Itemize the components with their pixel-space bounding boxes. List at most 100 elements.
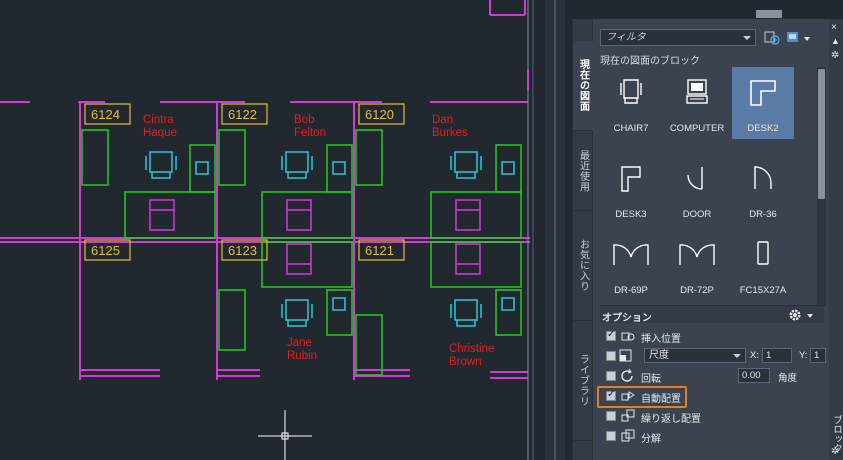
block-label: COMPUTER <box>669 123 725 134</box>
room-6122: 6122 <box>228 107 257 122</box>
pin-icon[interactable]: ▲ <box>831 37 840 46</box>
door-swing-icon <box>754 166 772 189</box>
block-fc15x27a[interactable]: FC15X27A <box>732 229 794 301</box>
block-label: FC15X27A <box>739 285 787 296</box>
block-desk3[interactable]: DESK3 <box>600 153 662 225</box>
tab-current-drawing[interactable]: 現在の図面 <box>573 41 593 131</box>
x-label: X: <box>750 350 759 361</box>
occupant-last: Brown <box>449 356 482 368</box>
option-scale: 尺度 X: 1 Y: 1 <box>606 347 826 365</box>
explode-label: 分解 <box>641 434 661 445</box>
desk-l-icon <box>750 80 776 106</box>
repeat-place-label: 繰り返し配置 <box>641 414 701 425</box>
scale-checkbox[interactable] <box>606 351 616 361</box>
x-scale-input[interactable]: 1 <box>762 348 792 363</box>
palette-menu-icon[interactable]: ✲ <box>831 447 839 457</box>
block-dr-36[interactable]: DR-36 <box>732 153 794 225</box>
angle-input[interactable]: 0.00 <box>738 368 770 383</box>
block-dr-72p[interactable]: DR-72P <box>666 229 728 301</box>
tab-recent[interactable]: 最近使用 <box>573 131 593 211</box>
load-block-icon[interactable] <box>764 30 780 45</box>
block-chair7[interactable]: CHAIR7 <box>600 67 662 139</box>
occupant-last: Felton <box>294 127 326 139</box>
insertion-point-checkbox[interactable] <box>606 329 616 341</box>
tab-favorites[interactable]: お気に入り <box>573 211 593 321</box>
section-title: 現在の図面のブロック <box>600 56 700 67</box>
occupant-last: Burkes <box>432 127 468 139</box>
tab-label: ライブラリ <box>577 354 589 407</box>
block-label: CHAIR7 <box>613 123 649 134</box>
chevron-down-icon <box>733 354 741 358</box>
block-computer[interactable]: COMPUTER <box>666 67 728 139</box>
repeat-place-checkbox[interactable] <box>606 411 616 421</box>
tab-label: 現在の図面 <box>577 59 589 112</box>
occupant-first: Bob <box>294 114 314 126</box>
occupant-first: Jane <box>287 337 312 349</box>
occupant-first: Christine <box>449 343 494 355</box>
thumbnail-view-icon[interactable] <box>786 30 802 45</box>
palette-toolbar: フィルタ <box>600 29 830 47</box>
repeat-place-icon <box>621 409 635 422</box>
occupant-last: Haque <box>143 127 177 139</box>
auto-place-highlight <box>597 386 687 408</box>
block-dr-69p[interactable]: DR-69P <box>600 229 662 301</box>
option-repeat-place: 繰り返し配置 <box>606 407 826 425</box>
gear-icon[interactable] <box>788 308 802 322</box>
block-door[interactable]: DOOR <box>666 153 728 225</box>
computer-icon <box>686 79 708 104</box>
tab-label: 最近使用 <box>577 149 589 192</box>
y-label: Y: <box>799 350 808 361</box>
scrollbar-thumb[interactable] <box>818 69 825 199</box>
explode-checkbox[interactable] <box>606 431 616 441</box>
close-icon[interactable]: × <box>831 23 837 33</box>
tab-library[interactable]: ライブラリ <box>573 321 593 441</box>
filter-text: フィルタ <box>606 32 646 43</box>
occupant-first: Dan <box>432 114 453 126</box>
door-icon <box>687 167 703 190</box>
tab-handle[interactable] <box>756 10 782 18</box>
option-explode: 分解 <box>606 427 826 445</box>
occupant-first: Cintra <box>143 114 174 126</box>
occupant-last: Rubin <box>287 350 317 362</box>
angle-label: 角度 <box>778 373 798 384</box>
rotation-checkbox[interactable] <box>606 371 616 381</box>
gear-chevron-icon[interactable] <box>807 314 813 318</box>
file-cabinet-icon <box>757 241 769 265</box>
walls <box>0 0 530 380</box>
block-grid: CHAIR7 COMPUTER DESK2 DESK3 DOOR DR-36 D… <box>600 67 812 310</box>
palette-title-strip: × ▲ ✲ ブロック ✲ <box>829 19 843 460</box>
block-desk2[interactable]: DESK2 <box>732 67 794 139</box>
option-rotation: 回転 0.00 角度 <box>606 367 826 385</box>
view-options-chevron-icon[interactable] <box>804 37 810 41</box>
block-label: DOOR <box>682 209 712 220</box>
filter-dropdown[interactable]: フィルタ <box>600 29 756 46</box>
tab-label: お気に入り <box>577 239 589 292</box>
options-title: オプション <box>602 313 652 324</box>
options-header: オプション <box>600 305 824 324</box>
block-label: DESK3 <box>615 209 647 220</box>
block-label: DR-72P <box>680 285 714 296</box>
double-door-icon <box>613 244 649 265</box>
double-door-icon <box>679 244 715 265</box>
room-6121: 6121 <box>365 243 394 258</box>
chair-icon <box>620 79 642 104</box>
room-6120: 6120 <box>365 107 394 122</box>
scale-dropdown[interactable]: 尺度 <box>644 348 746 363</box>
properties-icon[interactable]: ✲ <box>831 51 839 61</box>
room-6125: 6125 <box>91 243 120 258</box>
explode-icon <box>621 429 635 442</box>
scale-icon <box>619 349 632 362</box>
autocad-window: 6124 6122 6120 6125 6123 6121 Cintra Haq… <box>0 0 843 460</box>
scale-value: 尺度 <box>649 350 669 361</box>
block-label: DESK2 <box>747 123 779 134</box>
room-6124: 6124 <box>91 107 120 122</box>
insertion-point-label: 挿入位置 <box>641 334 681 345</box>
insertion-point-icon <box>621 332 635 341</box>
y-scale-input[interactable]: 1 <box>810 348 826 363</box>
chevron-down-icon <box>743 36 751 40</box>
rotate-icon <box>621 368 633 382</box>
block-grid-scrollbar[interactable] <box>817 67 826 306</box>
rotation-label: 回転 <box>641 374 661 385</box>
option-insertion-point: 挿入位置 <box>606 327 826 345</box>
desk-icon <box>621 166 641 192</box>
